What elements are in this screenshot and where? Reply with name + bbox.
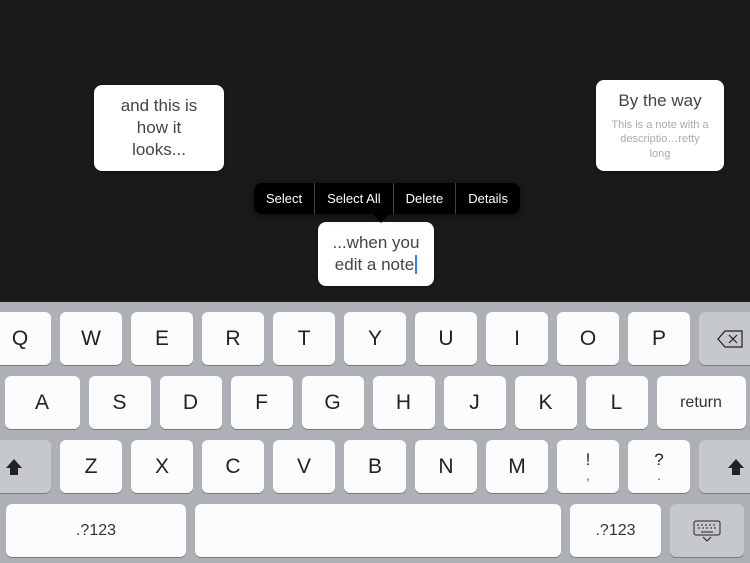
key-backspace[interactable] xyxy=(699,312,750,365)
key-w[interactable]: W xyxy=(60,312,122,365)
key-f[interactable]: F xyxy=(231,376,293,429)
key-l[interactable]: L xyxy=(586,376,648,429)
key-d[interactable]: D xyxy=(160,376,222,429)
key-p[interactable]: P xyxy=(628,312,690,365)
key-j[interactable]: J xyxy=(444,376,506,429)
menu-delete[interactable]: Delete xyxy=(394,183,457,214)
key-z[interactable]: Z xyxy=(60,440,122,493)
key-hide-keyboard[interactable] xyxy=(670,504,744,557)
key-s[interactable]: S xyxy=(89,376,151,429)
menu-select-all[interactable]: Select All xyxy=(315,183,393,214)
note-card-editing[interactable]: ...when you edit a note xyxy=(318,222,434,286)
context-menu: Select Select All Delete Details xyxy=(254,183,520,214)
key-g[interactable]: G xyxy=(302,376,364,429)
key-punct-question[interactable]: ? . xyxy=(628,440,690,493)
note-title-editing[interactable]: ...when you edit a note xyxy=(333,233,420,274)
key-a[interactable]: A xyxy=(5,376,80,429)
menu-details[interactable]: Details xyxy=(456,183,520,214)
key-y[interactable]: Y xyxy=(344,312,406,365)
shift-icon xyxy=(4,457,24,477)
key-sublabel: . xyxy=(657,468,661,482)
key-v[interactable]: V xyxy=(273,440,335,493)
key-punct-exclaim[interactable]: ! , xyxy=(557,440,619,493)
key-i[interactable]: I xyxy=(486,312,548,365)
key-shift-right[interactable] xyxy=(699,440,750,493)
text-cursor xyxy=(415,255,417,274)
key-n[interactable]: N xyxy=(415,440,477,493)
note-card[interactable]: and this is how it looks... xyxy=(94,85,224,171)
context-menu-arrow-icon xyxy=(373,214,389,223)
keyboard: Q W E R T Y U I O P A S D F G H J K L re… xyxy=(0,302,750,563)
notes-canvas[interactable]: and this is how it looks... By the way T… xyxy=(0,0,750,302)
key-shift-left[interactable] xyxy=(0,440,51,493)
key-o[interactable]: O xyxy=(557,312,619,365)
key-x[interactable]: X xyxy=(131,440,193,493)
key-space[interactable] xyxy=(195,504,561,557)
note-title: By the way xyxy=(610,90,710,112)
key-return[interactable]: return xyxy=(657,376,746,429)
backspace-icon xyxy=(717,330,743,348)
key-mode-left[interactable]: .?123 xyxy=(6,504,186,557)
hide-keyboard-icon xyxy=(693,520,721,542)
note-card[interactable]: By the way This is a note with a descrip… xyxy=(596,80,724,171)
key-c[interactable]: C xyxy=(202,440,264,493)
key-sublabel: , xyxy=(586,468,590,482)
key-q[interactable]: Q xyxy=(0,312,51,365)
key-label: ! xyxy=(586,451,591,468)
key-r[interactable]: R xyxy=(202,312,264,365)
menu-select[interactable]: Select xyxy=(254,183,315,214)
key-u[interactable]: U xyxy=(415,312,477,365)
key-b[interactable]: B xyxy=(344,440,406,493)
key-e[interactable]: E xyxy=(131,312,193,365)
shift-icon xyxy=(726,457,746,477)
note-title: and this is how it looks... xyxy=(108,95,210,161)
key-t[interactable]: T xyxy=(273,312,335,365)
key-label: ? xyxy=(654,451,663,468)
key-h[interactable]: H xyxy=(373,376,435,429)
key-m[interactable]: M xyxy=(486,440,548,493)
note-description: This is a note with a descriptio…retty l… xyxy=(610,118,710,161)
key-mode-right[interactable]: .?123 xyxy=(570,504,661,557)
key-k[interactable]: K xyxy=(515,376,577,429)
